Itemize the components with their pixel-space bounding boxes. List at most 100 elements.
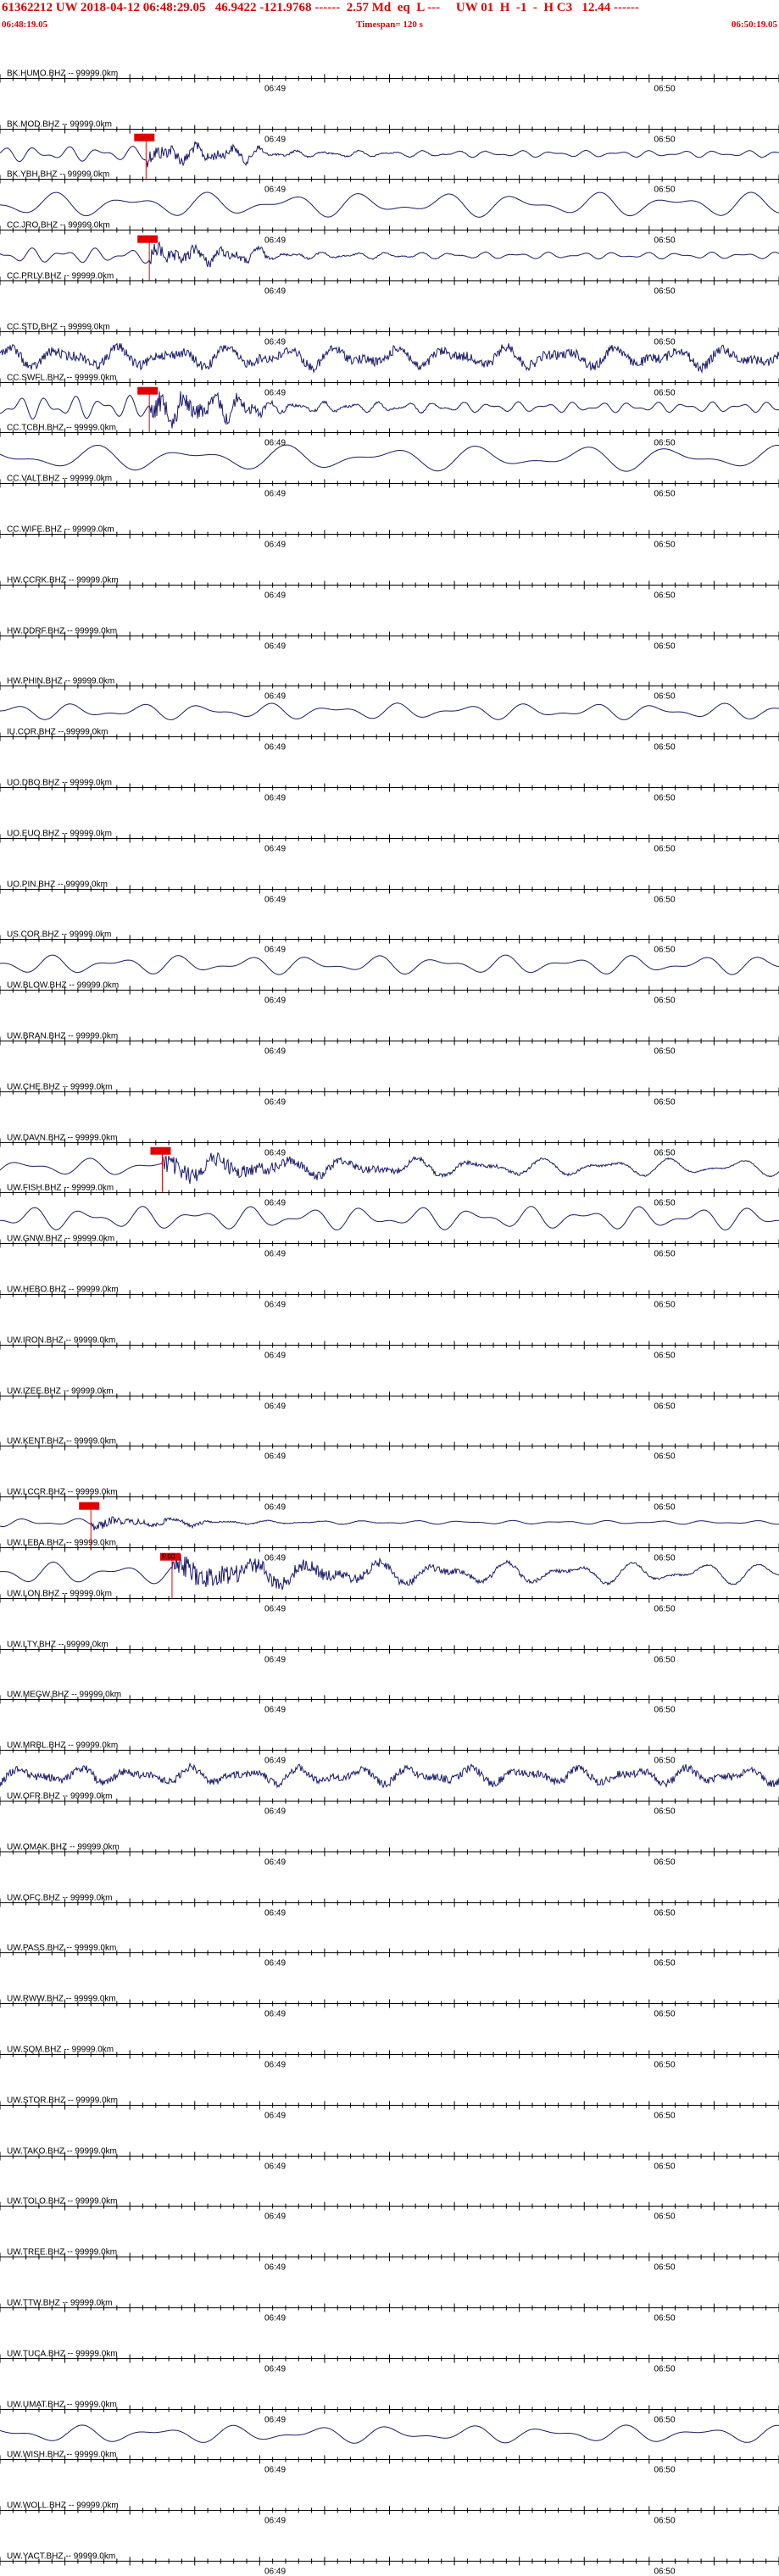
channel-label: CC.VALT.BHZ -- 99999.0km [7,475,112,484]
tick-label: 06:50 [654,591,675,601]
channel-label: UW.SQM.BHZ -- 99999.0km [7,2046,114,2055]
tick-label: 06:49 [264,997,286,1006]
channel-label: UW.MRBL.BHZ -- 99999.0km [7,1741,118,1751]
tick-label: 06:49 [264,946,286,955]
tick-label: 06:50 [654,845,675,854]
waveform-trace [0,141,779,168]
tick-label: 06:50 [654,2466,675,2475]
tick-label: 06:50 [654,794,675,803]
channel-label: UW.TREE.BHZ -- 99999.0km [7,2248,117,2257]
tick-label: 06:49 [264,1452,286,1462]
waveform-trace [0,242,779,268]
tick-label: 06:50 [654,2365,675,2374]
waveform-trace [0,342,779,374]
channel-label: UW.HEBO.BHZ -- 99999.0km [7,1285,119,1295]
tick-label: 06:49 [264,743,286,752]
pick-marker [150,1146,171,1155]
tick-label: 06:49 [264,2010,286,2019]
tick-label: 06:50 [654,338,675,347]
channel-label: HW.CCRK.BHZ -- 99999.0km [7,576,119,586]
tick-label: 06:50 [654,1605,675,1614]
channel-label: IU.COR.BHZ -- 99999.0km [7,728,108,737]
channel-label: UW.PASS.BHZ -- 99999.0km [7,1944,116,1953]
channel-label: UW.TOLO.BHZ -- 99999.0km [7,2197,117,2207]
tick-label: 06:50 [654,2112,675,2121]
tick-label: 06:49 [264,642,286,652]
waveform-trace [0,1516,779,1531]
channel-label: UW.KENT.BHZ -- 99999.0km [7,1437,116,1446]
tick-label: 06:50 [654,1352,675,1361]
channel-label: BK.MOD.BHZ -- 99999.0km [7,120,112,130]
tick-label: 06:49 [264,2568,286,2576]
tick-label: 06:49 [264,2212,286,2222]
pick-marker [137,386,159,395]
channel-label: BK.HUMO.BHZ -- 99999.0km [7,69,118,79]
tick-label: 06:49 [264,2162,286,2172]
channel-label: UW.TTW.BHZ -- 99999.0km [7,2299,112,2308]
tick-label: 06:49 [264,338,286,347]
tick-label: 06:50 [654,2517,675,2526]
tick-label: 06:50 [654,186,675,195]
waveform-trace [0,954,779,975]
tick-label: 06:49 [264,2263,286,2273]
waveform-trace [0,444,779,472]
tick-label: 06:49 [264,692,286,702]
tick-label: 06:50 [654,946,675,955]
waveform-trace [0,702,779,720]
tick-label: 06:50 [654,1959,675,1968]
tick-label: 06:50 [654,2010,675,2019]
tick-label: 06:50 [654,743,675,752]
tick-label: 06:49 [264,136,286,145]
tick-label: 06:50 [654,2416,675,2425]
tick-label: 06:49 [264,1250,286,1259]
tick-label: 06:49 [264,1554,286,1563]
tick-label: 06:50 [654,642,675,652]
tick-label: 06:50 [654,1757,675,1766]
channel-label: CC.TCBH.BHZ -- 99999.0km [7,424,116,433]
tick-label: 06:50 [654,1807,675,1817]
tick-label: 06:49 [264,1858,286,1868]
tick-label: 06:50 [654,1503,675,1513]
tick-label: 06:49 [264,1149,286,1158]
tick-label: 06:50 [654,1554,675,1563]
channel-label: UW.IRON.BHZ -- 99999.0km [7,1336,115,1346]
channel-label: UO.DBO.BHZ -- 99999.0km [7,779,112,788]
tick-label: 06:50 [654,439,675,448]
channel-label: CC.SWFL.BHZ -- 99999.0km [7,374,116,383]
tick-label: 06:50 [654,2314,675,2323]
tick-label: 06:49 [264,794,286,803]
channel-label: UW.LON.BHZ -- 99999.0km [7,1590,112,1599]
channel-label: UW.OFR.BHZ -- 99999.0km [7,1792,112,1802]
channel-label: BK.YBH.BHZ -- 99999.0km [7,170,109,180]
tick-label: 06:49 [264,2466,286,2475]
tick-label: 06:49 [264,389,286,398]
channel-label: UW.YACT.BHZ -- 99999.0km [7,2552,115,2562]
tick-label: 06:49 [264,1807,286,1817]
tick-label: 06:50 [654,1909,675,1918]
tick-label: 06:50 [654,692,675,702]
waveform-trace [0,1762,779,1789]
tick-label: 06:49 [264,85,286,94]
tick-label: 06:50 [654,2568,675,2576]
tick-label: 06:50 [654,1250,675,1259]
channel-label: UO.EUO.BHZ -- 99999.0km [7,830,112,839]
tick-label: 06:49 [264,1098,286,1108]
channel-label: UW.WOLL.BHZ -- 99999.0km [7,2501,119,2511]
channel-label: UW.DAVN.BHZ -- 99999.0km [7,1134,117,1143]
tick-label: 06:49 [264,236,286,246]
tick-label: 06:50 [654,2162,675,2172]
channel-label: CC.JRO.BHZ -- 99999.0km [7,221,110,230]
tick-label: 06:49 [264,541,286,550]
tick-label: 06:49 [264,1301,286,1310]
tick-label: 06:49 [264,1402,286,1412]
channel-label: UW.TAKO.BHZ -- 99999.0km [7,2147,117,2157]
tick-label: 06:50 [654,1452,675,1462]
channel-label: US.COR.BHZ -- 99999.0km [7,930,111,940]
tick-label: 06:50 [654,2061,675,2070]
tick-label: 06:49 [264,1706,286,1715]
tick-label: 06:50 [654,1098,675,1108]
tick-label: 06:49 [264,2416,286,2425]
tick-label: 06:49 [264,1047,286,1057]
channel-label: UW.WISH.BHZ -- 99999.0km [7,2451,116,2460]
channel-label: UW.RWW.BHZ -- 99999.0km [7,1995,116,2004]
